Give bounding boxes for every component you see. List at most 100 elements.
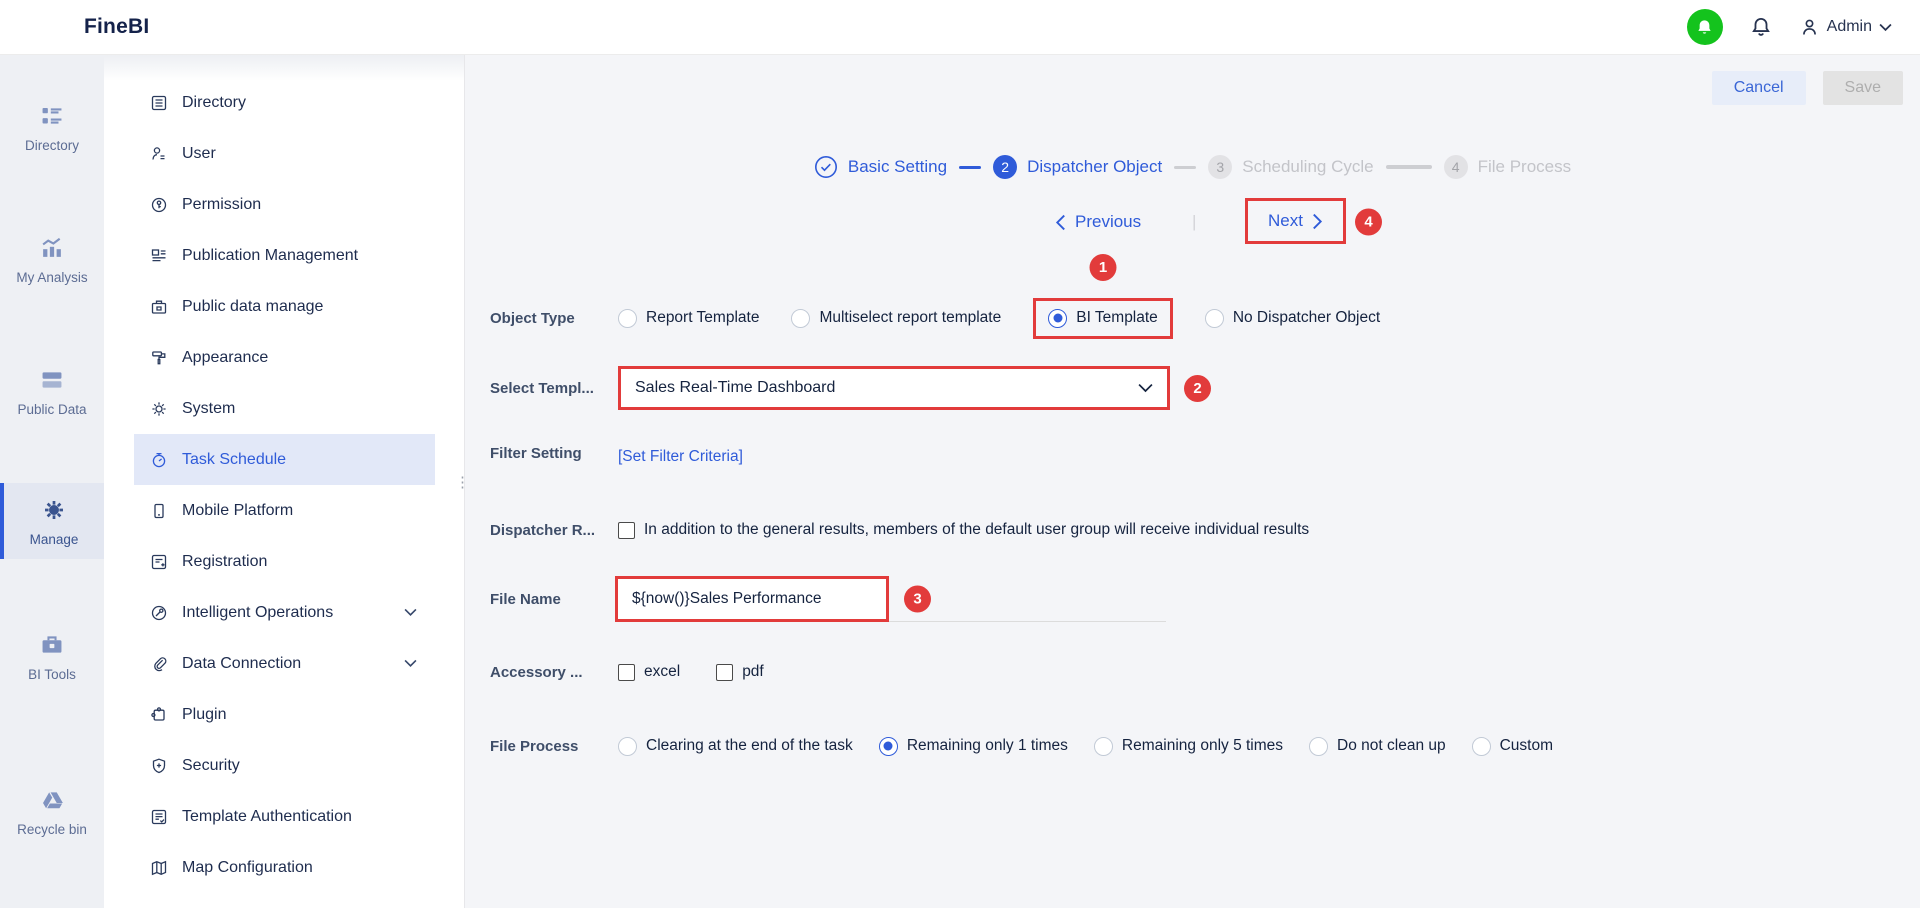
previous-button[interactable]: Previous (1055, 212, 1141, 232)
cancel-button[interactable]: Cancel (1711, 71, 1806, 105)
rail-item-public-data[interactable]: Public Data (0, 367, 104, 417)
sidebar-item-system[interactable]: System (134, 383, 435, 434)
chevron-right-icon (1313, 213, 1323, 229)
user-icon (152, 146, 165, 160)
sidebar-item-map-configuration[interactable]: Map Configuration (134, 842, 435, 893)
radio-multiselect-report-template[interactable]: Multiselect report template (791, 308, 1001, 328)
object-type-row: Object Type Report Template Multiselect … (490, 253, 1380, 341)
notifications-button[interactable] (1749, 15, 1773, 39)
sidebar-item-label: Security (182, 756, 240, 774)
annotation-box-template-dropdown: Sales Real-Time Dashboard (618, 366, 1170, 410)
checkbox-excel[interactable]: excel (618, 663, 680, 681)
bell-outline-icon (1751, 17, 1770, 36)
directory-icon (42, 107, 62, 124)
dispatcher-result-checkbox[interactable]: In addition to the general results, memb… (618, 521, 1309, 539)
template-dropdown[interactable]: Sales Real-Time Dashboard (621, 369, 1167, 407)
sidebar-item-mobile-platform[interactable]: Mobile Platform (134, 485, 435, 536)
sidebar-item-public-data-manage[interactable]: Public data manage (134, 281, 435, 332)
previous-label: Previous (1075, 212, 1142, 231)
checkbox-icon (618, 521, 635, 539)
radio-label: Custom (1499, 737, 1554, 754)
checkbox-label: excel (644, 663, 681, 680)
sidebar-item-appearance[interactable]: Appearance (134, 332, 435, 383)
save-button[interactable]: Save (1822, 71, 1903, 105)
chevron-left-icon (1055, 214, 1065, 230)
set-filter-criteria-link[interactable]: [Set Filter Criteria] (618, 448, 743, 466)
chevron-down-icon (1138, 383, 1153, 393)
admin-menu[interactable]: Admin (1799, 17, 1892, 38)
radio-remaining-1-times[interactable]: Remaining only 1 times (878, 736, 1068, 756)
sidebar-item-label: Appearance (182, 348, 269, 366)
rail-label: Manage (29, 532, 79, 547)
radio-do-not-clean-up[interactable]: Do not clean up (1309, 736, 1446, 756)
sidebar-item-publication-management[interactable]: Publication Management (134, 230, 435, 281)
sidebar-item-directory[interactable]: Directory (134, 77, 435, 128)
directory-list-icon (151, 95, 167, 110)
checkbox-icon (618, 663, 635, 681)
rail-label: My Analysis (16, 270, 88, 285)
system-status-bell-button[interactable] (1686, 9, 1723, 45)
radio-label: Report Template (646, 309, 760, 326)
file-name-field-wrap: 3 (615, 576, 1166, 622)
sidebar-item-registration[interactable]: Registration (134, 536, 435, 587)
task-schedule-editor: Cancel Save Basic Setting 2 Dispatcher O… (465, 55, 1920, 908)
sidebar-item-data-connection[interactable]: Data Connection (134, 638, 435, 689)
template-dropdown-value: Sales Real-Time Dashboard (635, 379, 836, 396)
step-file-process[interactable]: 4 File Process (1443, 155, 1571, 179)
mobile-phone-icon (154, 503, 164, 518)
step-number: 3 (1208, 155, 1233, 179)
rail-item-recycle-bin[interactable]: Recycle bin (0, 787, 104, 837)
file-process-label: File Process (490, 737, 579, 755)
annotation-box-next: Next (1245, 198, 1346, 244)
step-label: Basic Setting (847, 157, 948, 176)
annotation-box-file-name (615, 576, 889, 622)
permission-key-icon (151, 197, 167, 212)
rail-item-my-analysis[interactable]: My Analysis (0, 235, 104, 285)
radio-label: Do not clean up (1337, 737, 1446, 754)
step-connector (1174, 165, 1197, 169)
sidebar-item-security[interactable]: Security (134, 740, 435, 791)
sidebar-item-label: Plugin (182, 705, 227, 723)
radio-bi-template[interactable]: BI Template (1048, 308, 1158, 328)
annotation-badge-4: 4 (1355, 208, 1382, 236)
radio-report-template[interactable]: Report Template (618, 308, 760, 328)
user-avatar-icon (1802, 19, 1816, 35)
rail-item-manage[interactable]: Manage (0, 483, 104, 559)
file-name-input[interactable] (618, 579, 886, 619)
annotation-badge-2: 2 (1184, 374, 1211, 402)
step-basic-setting[interactable]: Basic Setting (814, 155, 947, 179)
sidebar-item-label: Public data manage (182, 297, 324, 315)
publication-icon (151, 248, 166, 261)
sidebar-item-user[interactable]: User (134, 128, 435, 179)
step-scheduling-cycle[interactable]: 3 Scheduling Cycle (1208, 155, 1374, 179)
radio-selected-icon (878, 736, 898, 756)
checkbox-pdf[interactable]: pdf (716, 663, 764, 681)
sidebar-item-permission[interactable]: Permission (134, 179, 435, 230)
radio-clearing-at-end[interactable]: Clearing at the end of the task (618, 736, 853, 756)
checkbox-label: pdf (742, 663, 764, 680)
rail-item-bi-tools[interactable]: BI Tools (0, 632, 104, 682)
radio-icon (1309, 736, 1329, 756)
sidebar-item-label: Task Schedule (182, 450, 287, 468)
accessory-label: Accessory ... (490, 663, 583, 681)
sidebar-item-intelligent-operations[interactable]: Intelligent Operations (134, 587, 435, 638)
task-schedule-timer-icon (152, 452, 166, 467)
chevron-down-icon (1879, 23, 1892, 31)
step-dispatcher-object[interactable]: 2 Dispatcher Object (993, 155, 1162, 179)
radio-label: Clearing at the end of the task (646, 737, 853, 754)
radio-no-dispatcher-object[interactable]: No Dispatcher Object (1204, 308, 1380, 328)
map-icon (151, 860, 167, 875)
next-button[interactable]: Next (1268, 211, 1323, 231)
radio-icon (618, 308, 637, 328)
radio-custom[interactable]: Custom (1471, 736, 1554, 756)
sidebar-item-task-schedule[interactable]: Task Schedule (134, 434, 435, 485)
sidebar-item-label: Map Configuration (182, 858, 313, 876)
admin-label: Admin (1826, 18, 1872, 35)
sidebar-item-label: Publication Management (182, 246, 359, 264)
radio-remaining-5-times[interactable]: Remaining only 5 times (1093, 736, 1283, 756)
manage-gear-icon (45, 501, 63, 519)
sidebar-item-template-authentication[interactable]: Template Authentication (134, 791, 435, 842)
sidebar-item-label: Permission (182, 195, 262, 213)
sidebar-item-plugin[interactable]: Plugin (134, 689, 435, 740)
rail-item-directory[interactable]: Directory (0, 103, 104, 153)
